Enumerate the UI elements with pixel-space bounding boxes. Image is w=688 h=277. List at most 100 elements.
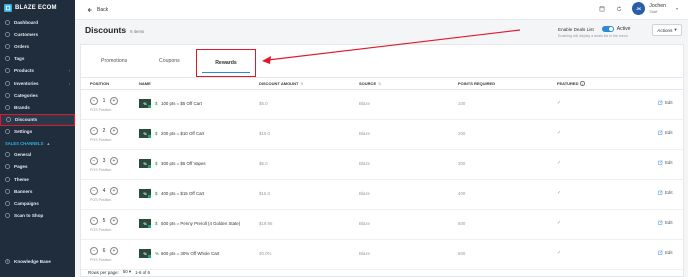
refresh-icon[interactable] xyxy=(615,5,622,12)
pagination: Rows per page: 50 ▾ 1-6 of 6 xyxy=(88,269,150,275)
reward-name[interactable]: 300 pts = $5 Off Vapes xyxy=(161,161,241,167)
sidebar-item-label: General xyxy=(14,152,32,158)
orders-icon xyxy=(5,44,10,49)
page-range: 1-6 of 6 xyxy=(135,269,150,275)
sidebar-item-knowledge-base[interactable]: ? Knowledge Base xyxy=(0,255,75,267)
table-row: −6 + POS Position%% 600 pts = 30% Off Whole… xyxy=(81,241,683,270)
sidebar-item-pages[interactable]: Pages xyxy=(0,161,75,173)
sidebar-item-tags[interactable]: Tags xyxy=(0,53,75,65)
check-icon[interactable]: ✓ xyxy=(557,250,561,256)
reward-name[interactable]: 100 pts = $5 Off Cart xyxy=(161,101,241,107)
sidebar-item-label: Banners xyxy=(14,188,33,194)
points-required: 100 xyxy=(458,101,466,106)
info-icon[interactable]: i xyxy=(580,81,585,86)
plus-button[interactable]: + xyxy=(110,127,118,135)
sidebar-item-label: Customers xyxy=(14,31,38,37)
plus-button[interactable]: + xyxy=(110,157,118,165)
sidebar-item-categories[interactable]: Categories xyxy=(0,89,75,101)
edit-button[interactable]: Edit xyxy=(658,160,673,165)
sidebar-item-label: Brands xyxy=(14,104,30,110)
check-icon[interactable]: ✓ xyxy=(557,220,561,226)
pages-icon xyxy=(5,164,10,169)
table-row: −3 + POS Position% $300 pts = $5 Off Vapes $… xyxy=(81,151,683,180)
rows-per-page-label: Rows per page: xyxy=(88,269,119,275)
position-control: −2 + xyxy=(90,127,118,135)
tab-promotions[interactable]: Promotions xyxy=(101,58,127,64)
sidebar-item-banners[interactable]: Banners xyxy=(0,185,75,197)
minus-button[interactable]: − xyxy=(90,127,98,135)
sidebar-item-orders[interactable]: Orders xyxy=(0,40,75,52)
edit-button[interactable]: Edit xyxy=(658,220,673,225)
deals-hint: Enabling will display a deals list in th… xyxy=(558,34,628,38)
reward-name[interactable]: 500 pts = Penny Preroll (4 Golden State) xyxy=(161,221,241,227)
edit-icon xyxy=(658,190,663,195)
back-button[interactable]: Back xyxy=(87,7,108,13)
sidebar-item-inventories[interactable]: Inventories › xyxy=(0,77,75,89)
dashboard-icon xyxy=(5,20,10,25)
sidebar-item-label: Theme xyxy=(14,176,29,182)
reward-thumbnail: % xyxy=(139,159,151,168)
plus-button[interactable]: + xyxy=(110,217,118,225)
plus-button[interactable]: + xyxy=(110,97,118,105)
source: Blaze xyxy=(359,161,370,166)
discount-type-icon: $ xyxy=(155,101,158,106)
sidebar-item-general[interactable]: General xyxy=(0,149,75,161)
minus-button[interactable]: − xyxy=(90,247,98,255)
sidebar-item-label: Knowledge Base xyxy=(14,258,51,264)
minus-button[interactable]: − xyxy=(90,157,98,165)
store-icon[interactable] xyxy=(598,5,605,12)
discounts-card: Promotions Coupons Rewards POSITION NAME… xyxy=(80,44,684,277)
position-control: −6 + xyxy=(90,247,118,255)
reward-name[interactable]: 400 pts = $15 Off Cart xyxy=(161,191,241,197)
plus-button[interactable]: + xyxy=(110,187,118,195)
deals-toggle[interactable] xyxy=(601,26,614,32)
sidebar-item-products[interactable]: Products › xyxy=(0,65,75,77)
user-menu[interactable]: JK Jochen Staff ▾ xyxy=(632,2,678,15)
sidebar-item-brands[interactable]: Brands xyxy=(0,101,75,113)
edit-button[interactable]: Edit xyxy=(658,250,673,255)
col-featured-label: FEATURED xyxy=(557,81,579,86)
pos-position-label: POS Position xyxy=(90,108,112,112)
rows-per-page-select[interactable]: 50 ▾ xyxy=(123,269,131,275)
tab-rewards[interactable]: Rewards xyxy=(196,49,256,77)
reward-name[interactable]: 200 pts = $10 Off Cart xyxy=(161,131,241,137)
tab-coupons[interactable]: Coupons xyxy=(159,58,180,64)
reward-thumbnail: % xyxy=(139,99,151,108)
sales-channels-section[interactable]: SALES CHANNELS ▲ xyxy=(0,138,75,149)
minus-button[interactable]: − xyxy=(90,187,98,195)
check-icon[interactable]: ✓ xyxy=(557,100,561,106)
col-source[interactable]: SOURCE ⇅ xyxy=(359,81,381,86)
check-icon[interactable]: ✓ xyxy=(557,160,561,166)
reward-thumbnail: % xyxy=(139,219,151,228)
sidebar-item-label: Dashboard xyxy=(14,19,38,25)
deals-label: Enable Deals List xyxy=(558,26,594,32)
brand[interactable]: BLAZE ECOM xyxy=(0,0,75,16)
pos-position-label: POS Position xyxy=(90,138,112,142)
source: Blaze xyxy=(359,131,370,136)
sidebar-item-campaigns[interactable]: Campaigns xyxy=(0,197,75,209)
category-icon xyxy=(5,93,10,98)
edit-button[interactable]: Edit xyxy=(658,130,673,135)
sidebar-item-dashboard[interactable]: Dashboard xyxy=(0,16,75,28)
position-control: −5 + xyxy=(90,217,118,225)
reward-name[interactable]: 600 pts = 30% Off Whole Cart xyxy=(161,251,241,257)
page-header: Discounts 6 items xyxy=(85,25,144,35)
check-icon[interactable]: ✓ xyxy=(557,190,561,196)
sidebar-item-scan-to-shop[interactable]: Scan to Shop xyxy=(0,210,75,222)
edit-button[interactable]: Edit xyxy=(658,100,673,105)
sidebar-item-discounts[interactable]: Discounts xyxy=(0,113,75,126)
minus-button[interactable]: − xyxy=(90,217,98,225)
sidebar-item-settings[interactable]: Settings xyxy=(0,126,75,138)
edit-icon xyxy=(658,250,663,255)
col-name: NAME xyxy=(139,81,151,86)
actions-button[interactable]: Actions ▾ xyxy=(652,24,682,36)
sidebar-item-theme[interactable]: Theme xyxy=(0,173,75,185)
check-icon[interactable]: ✓ xyxy=(557,130,561,136)
sidebar-item-customers[interactable]: Customers xyxy=(0,28,75,40)
points-required: 300 xyxy=(458,161,466,166)
minus-button[interactable]: − xyxy=(90,97,98,105)
box-icon xyxy=(5,68,10,73)
col-discount-amount[interactable]: DISCOUNT AMOUNT ⇅ xyxy=(259,81,303,86)
plus-button[interactable]: + xyxy=(110,247,118,255)
edit-button[interactable]: Edit xyxy=(658,190,673,195)
